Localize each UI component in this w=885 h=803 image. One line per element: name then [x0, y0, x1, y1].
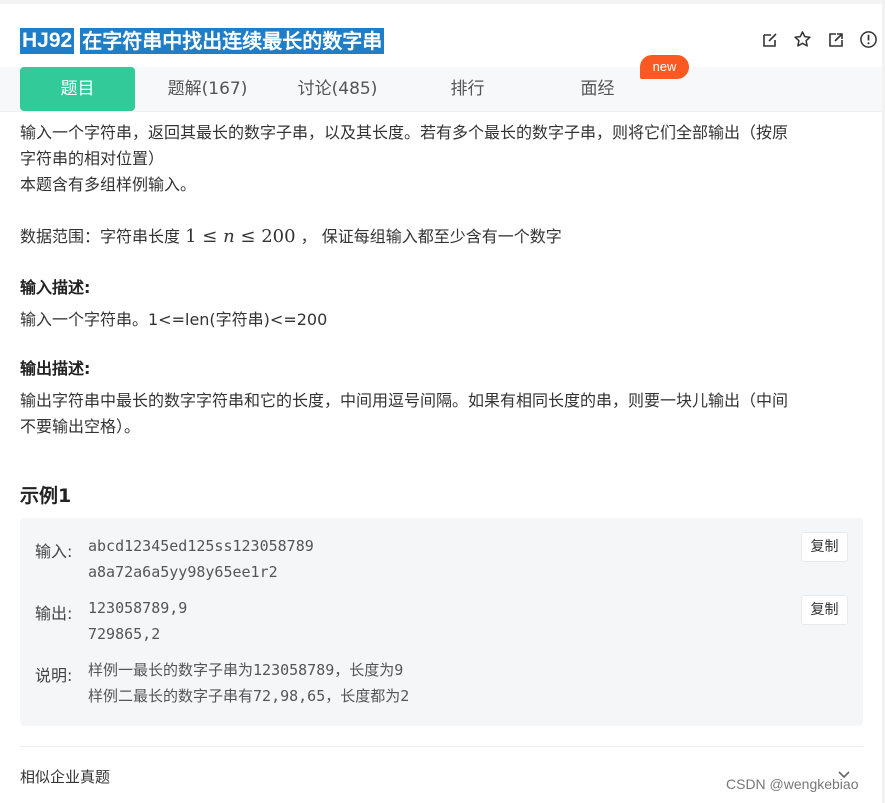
- code-line: a8a72a6a5yy98y65ee1r2: [88, 563, 278, 581]
- example-output: 123058789,9 729865,2: [88, 595, 187, 647]
- tab-bar: 题目 题解(167) 讨论(485) 排行 面经: [0, 67, 885, 112]
- tab-problem[interactable]: 题目: [20, 67, 135, 111]
- new-badge: new: [640, 55, 689, 79]
- title-actions: [759, 29, 879, 50]
- similar-company-questions[interactable]: 相似企业真题: [20, 766, 110, 787]
- example-explain-label: 说明:: [35, 666, 73, 685]
- problem-description: 输入一个字符串，返回其最长的数字子串，以及其长度。若有多个最长的数字子串，则将它…: [20, 120, 865, 198]
- example-heading: 示例1: [20, 485, 72, 507]
- math-part: 1 ≤: [185, 226, 224, 247]
- report-icon[interactable]: [858, 29, 879, 50]
- description-line: 本题含有多组样例输入。: [20, 175, 197, 194]
- tab-discussion[interactable]: 讨论(485): [285, 67, 390, 111]
- code-line: abcd12345ed125ss123058789: [88, 537, 314, 555]
- tab-solutions[interactable]: 题解(167): [155, 67, 260, 111]
- copy-output-button[interactable]: 复制: [801, 595, 848, 625]
- input-heading: 输入描述:: [20, 278, 91, 297]
- code-line: 123058789,9: [88, 599, 188, 617]
- share-icon[interactable]: [825, 29, 846, 50]
- top-strip: [0, 0, 885, 4]
- range-prefix: 数据范围：字符串长度: [20, 227, 181, 246]
- range-math: 1 ≤ n ≤ 200: [185, 226, 295, 247]
- copy-input-button[interactable]: 复制: [801, 532, 848, 562]
- output-text: 输出字符串中最长的数字字符串和它的长度，中间用逗号间隔。如果有相同长度的串，则要…: [20, 388, 865, 440]
- explain-line: 样例一最长的数字子串为123058789，长度为9: [88, 661, 404, 679]
- explain-line: 样例二最长的数字子串有72,98,65，长度都为2: [88, 687, 410, 705]
- tab-interview[interactable]: 面经: [555, 67, 640, 111]
- math-part: ≤ 200: [234, 226, 296, 247]
- code-line: 729865,2: [88, 625, 161, 643]
- star-icon[interactable]: [792, 29, 813, 50]
- divider: [20, 746, 863, 747]
- description-line: 输入一个字符串，返回其最长的数字子串，以及其长度。若有多个最长的数字子串，则将它…: [20, 123, 789, 142]
- tab-ranking[interactable]: 排行: [425, 67, 510, 111]
- output-line: 不要输出空格）。: [20, 417, 141, 436]
- problem-title-text: 在字符串中找出连续最长的数字串: [80, 28, 385, 54]
- output-heading: 输出描述:: [20, 359, 91, 378]
- description-line: 字符串的相对位置）: [20, 149, 165, 168]
- math-var: n: [223, 226, 235, 247]
- problem-id: HJ92: [20, 28, 75, 54]
- output-line: 输出字符串中最长的数字字符串和它的长度，中间用逗号间隔。如果有相同长度的串，则要…: [20, 391, 789, 410]
- range-suffix: ， 保证每组输入都至少含有一个数字: [300, 227, 562, 246]
- edit-icon[interactable]: [759, 29, 780, 50]
- watermark: CSDN @wengkebiao: [726, 776, 859, 792]
- example-explain: 样例一最长的数字子串为123058789，长度为9 样例二最长的数字子串有72,9…: [88, 657, 409, 709]
- example-output-label: 输出:: [35, 604, 73, 623]
- example-box: 输入: abcd12345ed125ss123058789 a8a72a6a5yy…: [20, 518, 863, 726]
- input-text: 输入一个字符串。1<=len(字符串)<=200: [20, 310, 328, 329]
- example-input-label: 输入:: [35, 542, 73, 561]
- data-range: 数据范围：字符串长度 1 ≤ n ≤ 200 ， 保证每组输入都至少含有一个数字: [20, 224, 865, 250]
- example-input: abcd12345ed125ss123058789 a8a72a6a5yy98y6…: [88, 533, 314, 585]
- problem-title: HJ92 在字符串中找出连续最长的数字串: [20, 28, 385, 54]
